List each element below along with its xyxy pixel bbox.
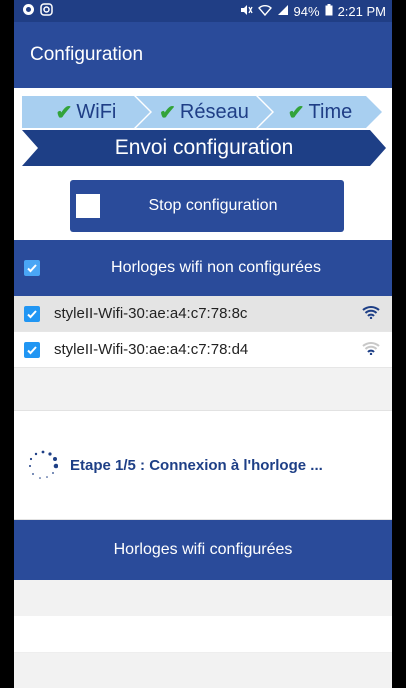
empty-row	[14, 580, 392, 616]
instagram-icon	[40, 3, 53, 19]
progress-panel: Etape 1/5 : Connexion à l'horloge ...	[14, 410, 392, 520]
select-all-checkbox[interactable]	[24, 260, 40, 276]
battery-percent: 94%	[293, 3, 320, 19]
check-icon: ✔	[55, 101, 73, 124]
unconfigured-header: Horloges wifi non configurées	[14, 240, 392, 296]
check-icon: ✔	[159, 101, 176, 124]
check-icon: ✔	[287, 101, 305, 124]
wifi-strong-icon	[362, 305, 380, 323]
step-current: Envoi configuration	[22, 130, 386, 166]
list-spacer	[14, 368, 392, 410]
device-name: styleII-Wifi-30:ae:a4:c7:78:8c	[54, 305, 248, 322]
progress-label: Etape 1/5 : Connexion à l'horloge ...	[70, 456, 323, 474]
wifi-status-icon	[257, 4, 272, 19]
mute-icon	[240, 4, 253, 19]
page-title: Configuration	[30, 44, 144, 65]
phone-screen: 94% 2:21 PM Configuration ✔ WiFi ✔ Résea…	[14, 0, 392, 688]
stop-configuration-button[interactable]: Stop configuration	[70, 180, 344, 232]
wizard-steps: ✔ WiFi ✔ Réseau ✔ Time Envoi configurati…	[14, 88, 392, 240]
device-checkbox[interactable]	[24, 305, 40, 322]
empty-row	[14, 653, 392, 688]
device-checkbox[interactable]	[24, 341, 40, 358]
battery-icon	[325, 3, 333, 19]
empty-row	[14, 616, 392, 653]
configured-header: Horloges wifi configurées	[14, 520, 392, 580]
device-name: styleII-Wifi-30:ae:a4:c7:78:d4	[54, 341, 249, 358]
step-wifi: ✔ WiFi	[22, 96, 150, 128]
loading-spinner-icon	[28, 450, 59, 480]
app-bar: Configuration	[14, 22, 392, 88]
device-row[interactable]: styleII-Wifi-30:ae:a4:c7:78:8c	[14, 296, 392, 332]
step-reseau: ✔ Réseau	[136, 96, 272, 128]
notification-circle-icon	[22, 3, 35, 19]
signal-icon	[277, 4, 289, 19]
step-time: ✔ Time	[258, 96, 382, 128]
wifi-weak-icon	[362, 341, 380, 359]
status-bar: 94% 2:21 PM	[14, 0, 392, 22]
device-row[interactable]: styleII-Wifi-30:ae:a4:c7:78:d4	[14, 332, 392, 368]
stop-square-icon	[76, 194, 100, 218]
clock: 2:21 PM	[337, 3, 386, 19]
